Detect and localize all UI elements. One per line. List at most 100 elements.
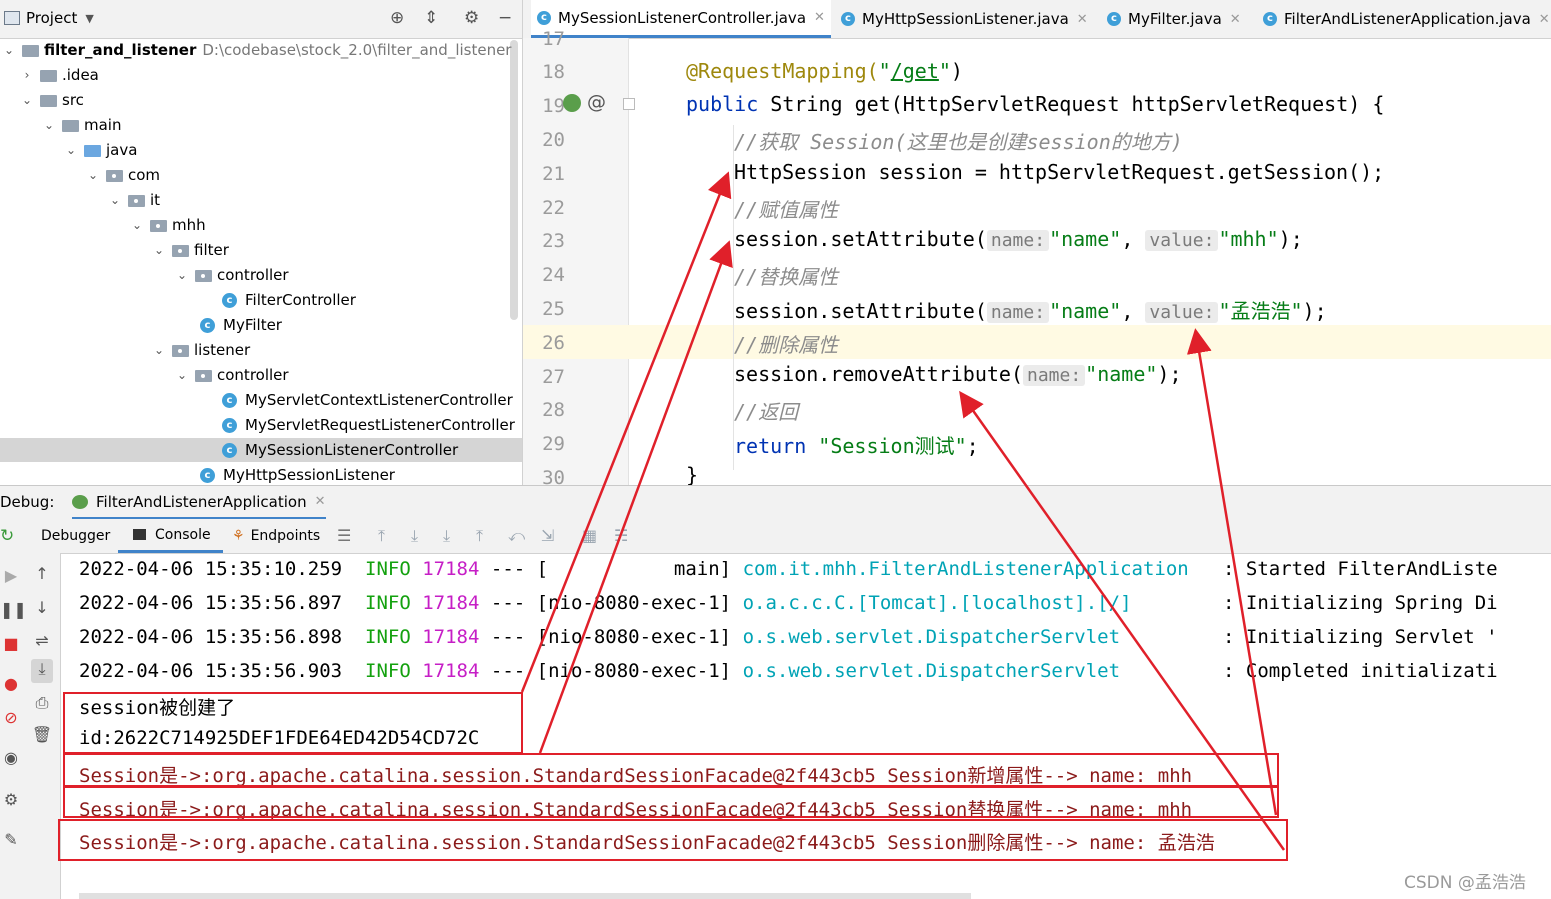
step-over-icon[interactable]: ⤓ — [411, 526, 418, 546]
clear-all-icon[interactable]: 🗑 — [31, 725, 53, 744]
close-icon[interactable]: ✕ — [1539, 12, 1550, 27]
step-into-icon[interactable]: ⤓ — [443, 526, 450, 546]
tree-item-filter[interactable]: ⌄ filter — [152, 238, 229, 263]
class-icon: c — [222, 418, 237, 433]
debug-config-tab[interactable]: FilterAndListenerApplication ✕ — [72, 486, 326, 520]
log-logger[interactable]: com.it.mhh.FilterAndListenerApplication — [743, 558, 1189, 580]
tab-label: MySessionListenerController.java — [558, 8, 807, 27]
tree-item-filtercontroller[interactable]: c FilterController — [222, 288, 356, 313]
tab-endpoints[interactable]: ⚘ Endpoints — [232, 519, 320, 553]
tab-mysessionlistenercontroller[interactable]: c MySessionListenerController.java ✕ — [531, 0, 831, 38]
close-icon[interactable]: ✕ — [814, 10, 825, 25]
menu-icon[interactable]: ☰ — [337, 526, 351, 545]
code-token: ); — [1302, 299, 1327, 323]
tab-myfilter[interactable]: c MyFilter.java ✕ — [1107, 0, 1241, 38]
trace-icon[interactable]: ☷ — [614, 526, 628, 545]
fold-icon[interactable] — [623, 98, 635, 110]
tree-item-src[interactable]: ⌄ src — [20, 88, 84, 113]
debug-left-rail: ▶ ❚❚ ■ ● ⊘ ◉ ⚙ ✎ ↑ ↓ ⇌ ⤓ ⎙ 🗑 — [0, 553, 61, 899]
log-pid: 17184 — [422, 558, 480, 580]
print-icon[interactable]: ⎙ — [31, 693, 53, 713]
tab-label: FilterAndListenerApplication.java — [1284, 10, 1531, 28]
tab-debugger[interactable]: Debugger — [41, 519, 110, 553]
tree-item-myfilter[interactable]: c MyFilter — [200, 313, 282, 338]
log-thread: [ main] — [536, 558, 732, 580]
tree-item-listener-controller[interactable]: ⌄ controller — [175, 363, 289, 388]
rerun-icon[interactable]: ↻ — [0, 526, 14, 546]
code-line-24: //替换属性 — [734, 265, 839, 289]
step-out-icon[interactable]: ⤒ — [476, 526, 483, 546]
class-icon: c — [841, 12, 855, 26]
tree-item-main[interactable]: ⌄ main — [42, 113, 122, 138]
stop-icon[interactable]: ■ — [0, 634, 22, 653]
param-hint: name: — [986, 230, 1050, 251]
log-logger[interactable]: o.s.web.servlet.DispatcherServlet — [743, 660, 1121, 682]
gear-icon[interactable]: ⚙ — [464, 8, 479, 28]
code-token: , — [1121, 299, 1146, 323]
close-icon[interactable]: ✕ — [315, 485, 326, 519]
close-icon[interactable]: ✕ — [1077, 12, 1088, 27]
close-icon[interactable]: ✕ — [1230, 12, 1241, 27]
keyword-token: public — [686, 92, 759, 116]
mute-breakpoints-icon[interactable]: ⊘ — [0, 708, 22, 727]
mapping-at-icon[interactable]: @ — [587, 91, 606, 113]
tab-filterandlistenerapplication[interactable]: c FilterAndListenerApplication.java ✕ — [1263, 0, 1550, 38]
tree-item-label: listener — [194, 341, 251, 359]
locate-icon[interactable]: ⊕ — [390, 8, 404, 28]
code-token: session.removeAttribute( — [734, 362, 1023, 386]
package-icon — [150, 219, 167, 232]
pin-icon[interactable]: ✎ — [0, 830, 22, 849]
tree-item-filter-controller[interactable]: ⌄ controller — [175, 263, 289, 288]
collapse-all-icon[interactable]: ⇕ — [424, 8, 438, 28]
pause-icon[interactable]: ❚❚ — [0, 600, 27, 619]
mapping-path-link[interactable]: /get — [891, 59, 939, 83]
annotation-token: @RequestMapping( — [686, 59, 879, 83]
tab-myhttpsessionlistener[interactable]: c MyHttpSessionListener.java ✕ — [841, 0, 1088, 38]
watermark: CSDN @孟浩浩 — [1404, 873, 1526, 893]
tree-item-myservletcontextlistenercontroller[interactable]: c MyServletContextListenerController — [222, 388, 513, 413]
resume-icon[interactable]: ▶ — [0, 566, 22, 585]
log-line: 2022-04-06 15:35:56.897 INFO 17184 --- [… — [79, 592, 1498, 614]
code-token: ); — [1157, 362, 1182, 386]
string-token: "Session测试" — [806, 434, 967, 458]
string-token: "name" — [1085, 362, 1158, 386]
tree-item-mysessionlistenercontroller[interactable]: c MySessionListenerController — [222, 438, 458, 463]
chevron-down-icon: ⌄ — [131, 218, 143, 232]
tab-console[interactable]: Console — [118, 519, 223, 553]
log-logger[interactable]: o.s.web.servlet.DispatcherServlet — [743, 626, 1121, 648]
soft-wrap-icon[interactable]: ⇌ — [31, 631, 53, 650]
show-execution-point-icon[interactable]: ⤒ — [378, 526, 385, 546]
drop-frame-icon[interactable]: ⤺ — [508, 526, 525, 546]
tree-item-idea[interactable]: › .idea — [20, 63, 99, 88]
hide-panel-icon[interactable]: − — [498, 8, 512, 28]
project-view-selector[interactable]: Project ▼ — [4, 9, 94, 27]
tree-item-myservletrequestlistenercontroller[interactable]: c MyServletRequestListenerController — [222, 413, 515, 438]
folder-icon — [40, 69, 57, 82]
code-editor[interactable]: c MySessionListenerController.java ✕ c M… — [522, 0, 1551, 485]
console-horizontal-scrollbar[interactable] — [79, 893, 971, 899]
tree-root[interactable]: ⌄ filter_and_listener D:\codebase\stock_… — [2, 38, 512, 63]
spring-bean-icon[interactable] — [563, 94, 581, 112]
evaluate-icon[interactable]: ▦ — [582, 526, 597, 545]
string-token: " — [878, 59, 891, 83]
tree-item-mhh[interactable]: ⌄ mhh — [130, 213, 206, 238]
tree-item-label: .idea — [62, 66, 99, 84]
log-logger[interactable]: o.a.c.c.C.[Tomcat].[localhost].[/] — [743, 592, 1132, 614]
annotation-box-attribute-replaced — [63, 786, 1279, 818]
run-to-cursor-icon[interactable]: ⇲ — [541, 526, 554, 545]
project-scrollbar[interactable] — [510, 40, 518, 320]
breakpoints-icon[interactable]: ● — [0, 674, 22, 693]
settings-icon[interactable]: ⚙ — [0, 790, 22, 809]
scroll-up-icon[interactable]: ↑ — [31, 564, 53, 583]
scroll-to-end-icon[interactable]: ⤓ — [31, 659, 53, 683]
package-icon — [172, 244, 189, 257]
tree-item-listener[interactable]: ⌄ listener — [152, 338, 250, 363]
scroll-down-icon[interactable]: ↓ — [31, 598, 53, 617]
tree-item-com[interactable]: ⌄ com — [86, 163, 160, 188]
tree-item-it[interactable]: ⌄ it — [108, 188, 160, 213]
tree-item-myhttpsessionlistener[interactable]: c MyHttpSessionListener — [200, 463, 395, 485]
tree-item-java[interactable]: ⌄ java — [64, 138, 137, 163]
camera-icon[interactable]: ◉ — [0, 748, 22, 767]
log-line: 2022-04-06 15:35:56.898 INFO 17184 --- [… — [79, 626, 1498, 648]
package-icon — [128, 194, 145, 207]
